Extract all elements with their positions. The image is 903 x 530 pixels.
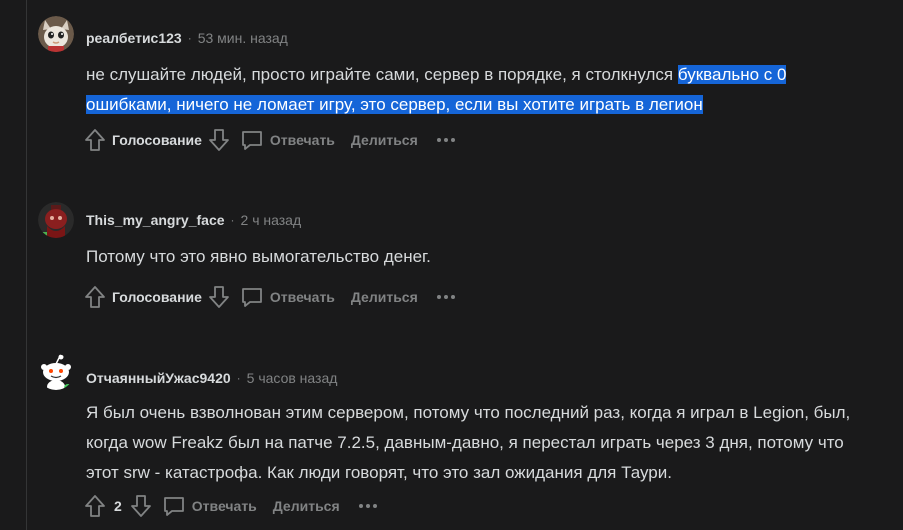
reply-label: Отвечать bbox=[269, 132, 335, 148]
share-button[interactable]: Делиться bbox=[351, 132, 418, 148]
vote-label: Голосование bbox=[112, 289, 202, 305]
comment-meta: ОтчаянныйУжас9420 · 5 часов назад bbox=[86, 370, 337, 386]
comment-line: этот srw - катастрофа. Как люди говорят,… bbox=[86, 458, 850, 488]
arrow-up-icon bbox=[85, 286, 105, 308]
comment-1: реалбетис123 · 53 мин. назад не слушайте… bbox=[0, 0, 903, 170]
reply-button[interactable]: Отвечать bbox=[240, 285, 335, 309]
reply-button[interactable]: Отвечать bbox=[162, 494, 257, 518]
upvote-button[interactable] bbox=[84, 128, 106, 152]
comment-2: This_my_angry_face · 2 ч назад Потому чт… bbox=[0, 170, 903, 340]
line-text: не слушайте людей, просто играйте сами, … bbox=[86, 65, 678, 84]
comment-body: Потому что это явно вымогательство денег… bbox=[86, 242, 431, 272]
username[interactable]: реалбетис123 bbox=[86, 30, 182, 46]
more-options-button[interactable] bbox=[436, 137, 456, 143]
timestamp[interactable]: 5 часов назад bbox=[247, 370, 338, 386]
comment-bubble-icon bbox=[163, 497, 184, 516]
downvote-button[interactable] bbox=[208, 128, 230, 152]
comment-actions: Голосование Отвечать Делиться bbox=[84, 125, 456, 155]
line-text: когда wow Freakz был на патче 7.2.5, дав… bbox=[86, 433, 844, 452]
reply-label: Отвечать bbox=[191, 498, 257, 514]
share-label: Делиться bbox=[350, 132, 418, 148]
more-options-button[interactable] bbox=[358, 503, 378, 509]
username[interactable]: ОтчаянныйУжас9420 bbox=[86, 370, 231, 386]
comment-body: Я был очень взволнован этим сервером, по… bbox=[86, 398, 850, 488]
comment-meta: This_my_angry_face · 2 ч назад bbox=[86, 212, 301, 228]
comment-bubble-icon bbox=[242, 131, 262, 150]
arrow-up-icon bbox=[85, 129, 105, 151]
snoo-avatar[interactable] bbox=[38, 354, 74, 390]
line-text: Потому что это явно вымогательство денег… bbox=[86, 247, 431, 266]
downvote-button[interactable] bbox=[130, 494, 152, 518]
comment-actions: Голосование Отвечать Делиться bbox=[84, 282, 456, 312]
comment-line: не слушайте людей, просто играйте сами, … bbox=[86, 60, 787, 90]
timestamp[interactable]: 2 ч назад bbox=[241, 212, 302, 228]
reply-button[interactable]: Отвечать bbox=[240, 128, 335, 152]
comment-actions: 2 Отвечать Делиться bbox=[84, 491, 378, 521]
username[interactable]: This_my_angry_face bbox=[86, 212, 225, 228]
arrow-down-icon bbox=[209, 286, 229, 308]
meta-separator: · bbox=[230, 213, 235, 227]
comment-bubble-icon bbox=[242, 288, 262, 307]
comment-line: Потому что это явно вымогательство денег… bbox=[86, 242, 431, 272]
comment-body: не слушайте людей, просто играйте сами, … bbox=[86, 60, 787, 120]
meta-separator: · bbox=[236, 371, 241, 385]
upvote-button[interactable] bbox=[84, 285, 106, 309]
line-text: этот srw - катастрофа. Как люди говорят,… bbox=[86, 463, 672, 482]
selected-text: буквально с 0 bbox=[677, 65, 787, 84]
reply-label: Отвечать bbox=[269, 289, 335, 305]
comment-line: когда wow Freakz был на патче 7.2.5, дав… bbox=[86, 428, 850, 458]
vote-count: 2 bbox=[114, 498, 122, 514]
share-label: Делиться bbox=[350, 289, 418, 305]
upvote-button[interactable] bbox=[84, 494, 106, 518]
red-character-avatar[interactable] bbox=[38, 202, 74, 238]
comment-line: ошибками, ничего не ломает игру, это сер… bbox=[86, 90, 786, 120]
comment-meta: реалбетис123 · 53 мин. назад bbox=[86, 30, 288, 46]
comment-line: Я был очень взволнован этим сервером, по… bbox=[86, 398, 850, 428]
share-label: Делиться bbox=[272, 498, 340, 514]
share-button[interactable]: Делиться bbox=[273, 498, 340, 514]
line-text: Я был очень взволнован этим сервером, по… bbox=[86, 403, 851, 422]
meta-separator: · bbox=[187, 31, 192, 45]
cat-avatar[interactable] bbox=[38, 16, 74, 52]
arrow-up-icon bbox=[85, 495, 105, 517]
arrow-down-icon bbox=[130, 495, 151, 517]
downvote-button[interactable] bbox=[208, 285, 230, 309]
selected-text: ошибками, ничего не ломает игру, это сер… bbox=[86, 95, 703, 114]
ellipsis-icon bbox=[358, 504, 377, 508]
arrow-down-icon bbox=[209, 129, 229, 151]
more-options-button[interactable] bbox=[436, 294, 456, 300]
vote-label: Голосование bbox=[112, 132, 202, 148]
comment-3: ОтчаянныйУжас9420 · 5 часов назад Я был … bbox=[0, 340, 903, 530]
ellipsis-icon bbox=[436, 295, 455, 299]
share-button[interactable]: Делиться bbox=[351, 289, 418, 305]
ellipsis-icon bbox=[436, 138, 455, 142]
timestamp[interactable]: 53 мин. назад bbox=[198, 30, 288, 46]
